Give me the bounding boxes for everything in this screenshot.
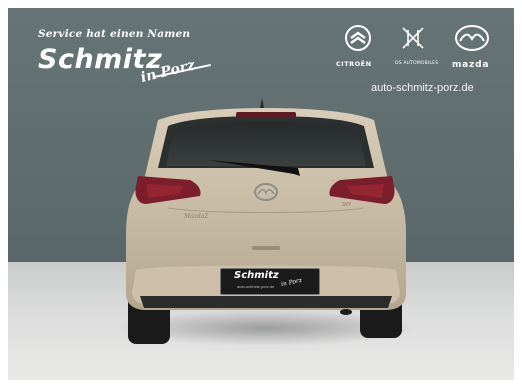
car-rear-view: Mazda2 SKY <box>116 98 416 346</box>
plate-location: in Porz <box>280 276 303 289</box>
plate-brand: Schmitz <box>234 270 279 281</box>
license-plate: Schmitz in Porz auto-schmitz-porz.de <box>220 268 320 295</box>
svg-text:SKY: SKY <box>342 202 352 208</box>
plate-url: auto-schmitz-porz.de <box>237 284 275 289</box>
photo: Service hat einen Namen Schmitz in Porz … <box>8 8 514 380</box>
svg-text:Mazda2: Mazda2 <box>183 213 208 220</box>
